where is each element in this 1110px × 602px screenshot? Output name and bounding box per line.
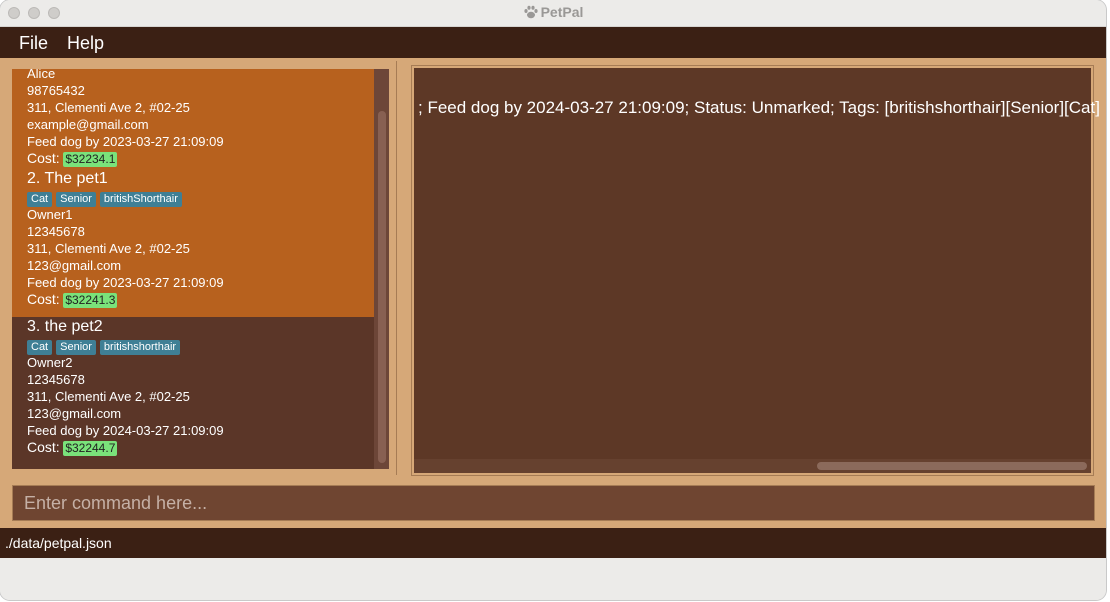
pet-name: 2. The pet1 bbox=[27, 170, 108, 187]
command-area bbox=[0, 478, 1106, 528]
pet-list[interactable]: Alice 98765432 311, Clementi Ave 2, #02-… bbox=[12, 69, 389, 469]
pet-address: 311, Clementi Ave 2, #02-25 bbox=[27, 100, 190, 115]
window-title-text: PetPal bbox=[540, 4, 584, 20]
menu-bar: File Help bbox=[0, 27, 1106, 58]
result-display: ; Feed dog by 2024-03-27 21:09:09; Statu… bbox=[412, 66, 1100, 475]
result-text: ; Feed dog by 2024-03-27 21:09:09; Statu… bbox=[418, 98, 1100, 117]
list-scrollbar-thumb[interactable] bbox=[378, 111, 386, 463]
title-bar: PetPal bbox=[0, 0, 1106, 27]
pet-phone: 12345678 bbox=[27, 372, 85, 387]
tag-badge: Senior bbox=[56, 340, 96, 355]
menu-file[interactable]: File bbox=[19, 33, 48, 54]
tag-badge: Cat bbox=[27, 340, 53, 355]
main-content: Alice 98765432 311, Clementi Ave 2, #02-… bbox=[0, 58, 1106, 478]
pet-address: 311, Clementi Ave 2, #02-25 bbox=[27, 241, 190, 256]
app-window: PetPal File Help Alice 98765432 311, Cle… bbox=[0, 0, 1106, 600]
pet-task: Feed dog by 2023-03-27 21:09:09 bbox=[27, 275, 224, 290]
pet-card[interactable]: 2. The pet1 Cat Senior britishShorthair Ow… bbox=[12, 169, 374, 317]
pet-owner: Alice bbox=[27, 69, 56, 81]
cost-label: Cost: bbox=[27, 291, 60, 307]
pet-card[interactable]: Alice 98765432 311, Clementi Ave 2, #02-… bbox=[12, 69, 374, 169]
result-scrollbar-thumb[interactable] bbox=[817, 462, 1087, 470]
cost-badge: $32244.7 bbox=[63, 441, 118, 456]
tag-badge: britishShorthair bbox=[99, 192, 182, 207]
window-bottom bbox=[0, 558, 1106, 600]
pet-list-panel: Alice 98765432 311, Clementi Ave 2, #02-… bbox=[3, 61, 397, 475]
pet-email: 123@gmail.com bbox=[27, 258, 122, 273]
pet-owner: Owner1 bbox=[27, 207, 73, 222]
pet-email: example@gmail.com bbox=[27, 117, 149, 132]
tag-badge: Cat bbox=[27, 192, 53, 207]
pet-email: 123@gmail.com bbox=[27, 406, 122, 421]
pet-phone: 98765432 bbox=[27, 83, 85, 98]
pet-tags: Cat Senior britishshorthair bbox=[27, 338, 374, 355]
pet-address: 311, Clementi Ave 2, #02-25 bbox=[27, 389, 190, 404]
paw-icon bbox=[523, 5, 538, 19]
result-panel: ; Feed dog by 2024-03-27 21:09:09; Statu… bbox=[408, 63, 1100, 475]
menu-help[interactable]: Help bbox=[67, 33, 104, 54]
tag-badge: Senior bbox=[56, 192, 96, 207]
result-horizontal-scrollbar[interactable] bbox=[414, 459, 1091, 473]
cost-badge: $32234.1 bbox=[63, 152, 118, 167]
window-title: PetPal bbox=[0, 4, 1106, 20]
pet-card[interactable]: 3. the pet2 Cat Senior britishshorthair Ow… bbox=[12, 317, 374, 469]
save-file-path: ./data/petpal.json bbox=[5, 535, 112, 551]
pet-owner: Owner2 bbox=[27, 355, 73, 370]
command-input[interactable] bbox=[12, 485, 1095, 521]
cost-label: Cost: bbox=[27, 150, 60, 166]
status-bar: ./data/petpal.json bbox=[0, 528, 1106, 558]
cost-badge: $32241.3 bbox=[63, 293, 118, 308]
cost-label: Cost: bbox=[27, 439, 60, 455]
pet-task: Feed dog by 2023-03-27 21:09:09 bbox=[27, 134, 224, 149]
pet-phone: 12345678 bbox=[27, 224, 85, 239]
pet-tags: Cat Senior britishShorthair bbox=[27, 190, 374, 207]
pet-name: 3. the pet2 bbox=[27, 318, 103, 335]
tag-badge: britishshorthair bbox=[99, 340, 181, 355]
pet-task: Feed dog by 2024-03-27 21:09:09 bbox=[27, 423, 224, 438]
